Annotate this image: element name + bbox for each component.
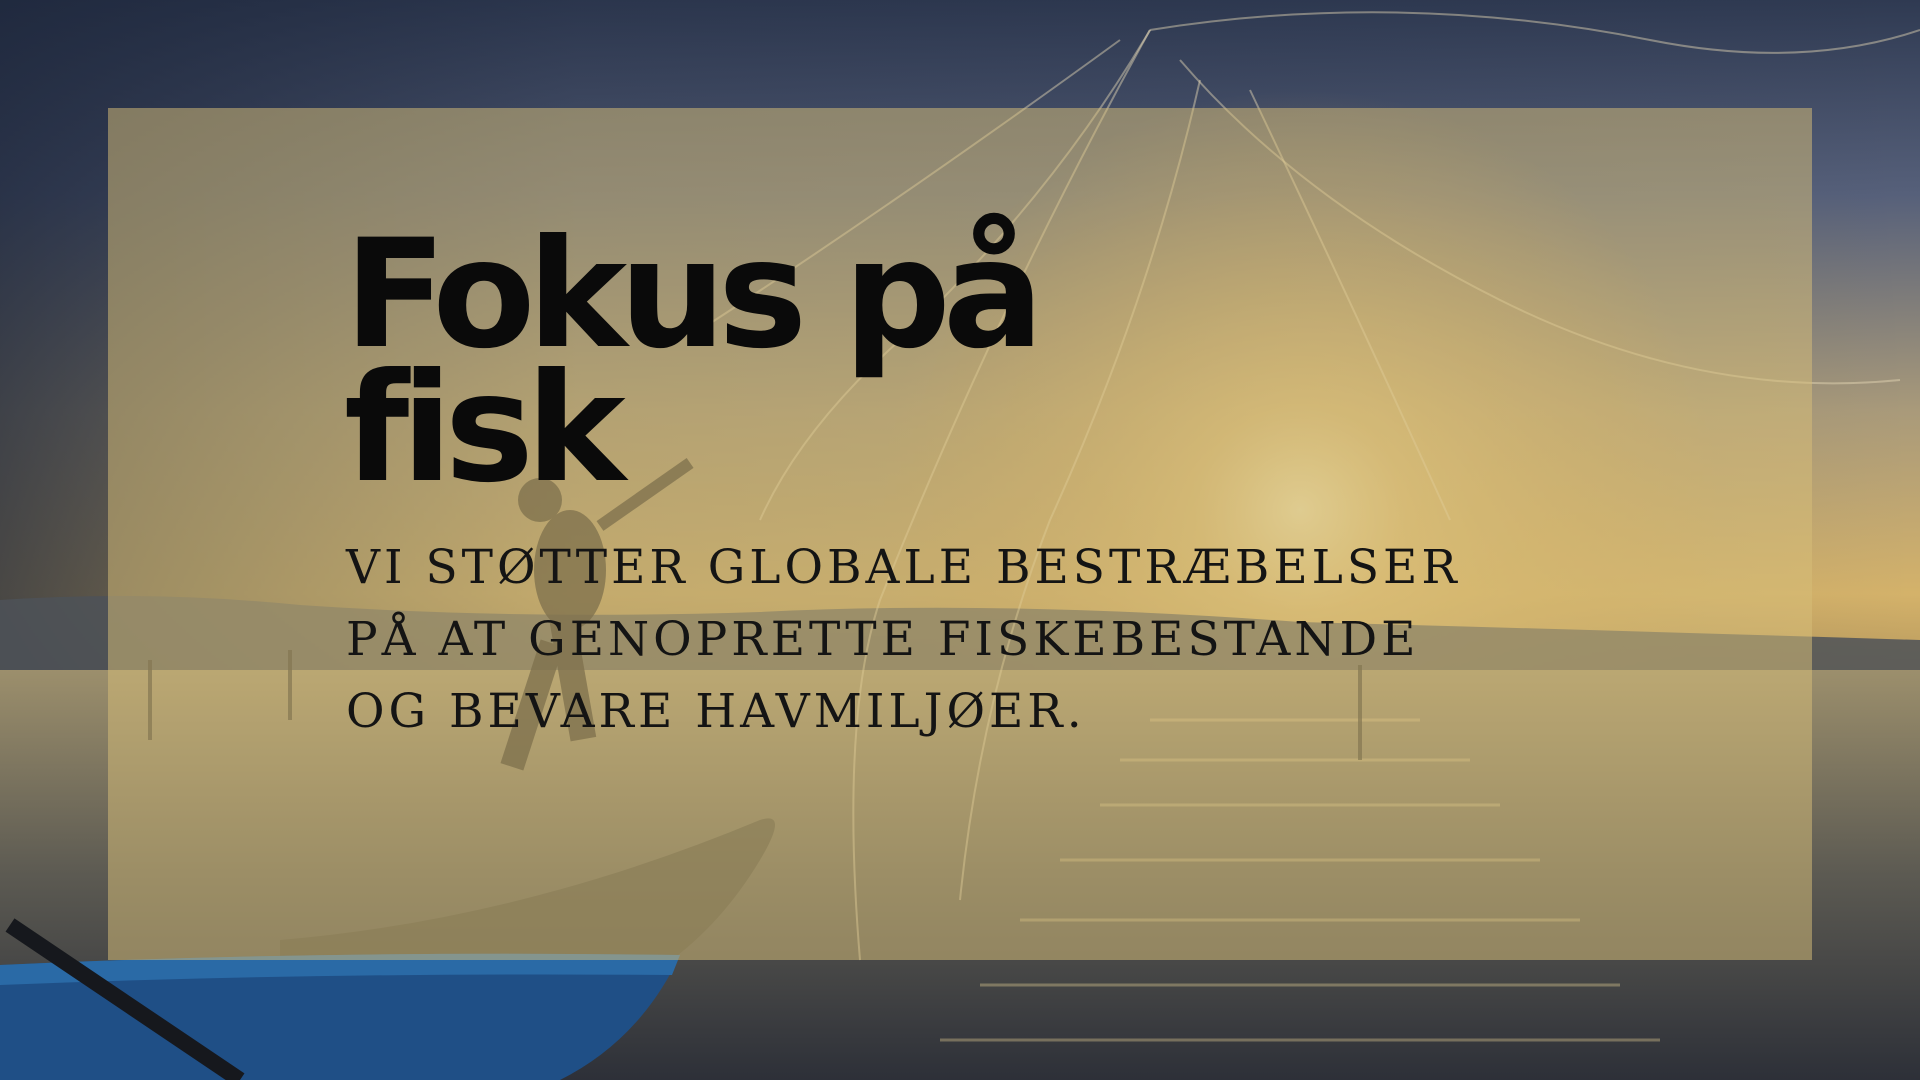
subtitle-line-3: OG BEVARE HAVMILJØER. bbox=[346, 684, 1086, 739]
headline-line-2: fisk bbox=[344, 342, 626, 516]
slide: Fokus på fisk VI STØTTER GLOBALE BESTRÆB… bbox=[0, 0, 1920, 1080]
headline: Fokus på fisk bbox=[344, 220, 1044, 516]
subtitle-line-2: PÅ AT GENOPRETTE FISKEBESTANDE bbox=[346, 612, 1420, 667]
subtitle: VI STØTTER GLOBALE BESTRÆBELSER PÅ AT GE… bbox=[346, 532, 1461, 748]
subtitle-line-1: VI STØTTER GLOBALE BESTRÆBELSER bbox=[346, 540, 1461, 595]
